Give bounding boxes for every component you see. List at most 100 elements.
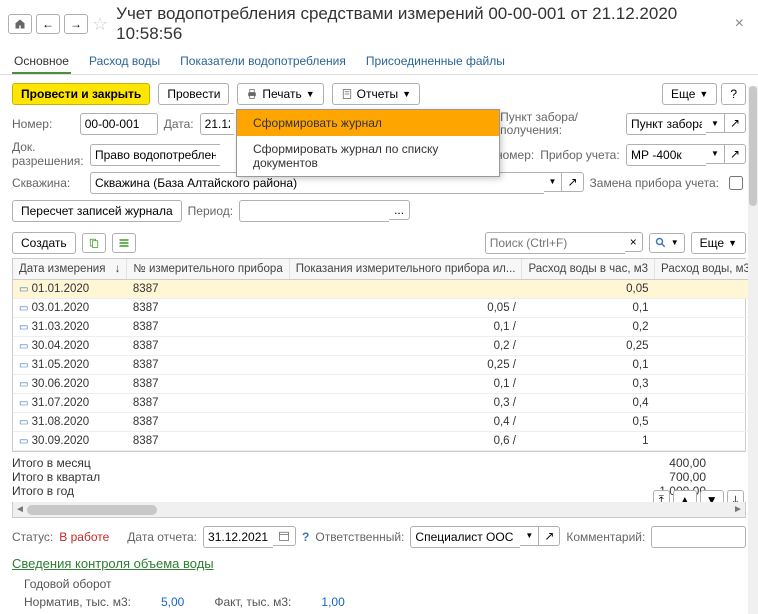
point-input[interactable]: [626, 113, 706, 135]
well-open-button[interactable]: ↗: [562, 172, 583, 192]
point-dropdown-button[interactable]: ▼: [706, 113, 725, 133]
post-and-close-button[interactable]: Провести и закрыть: [12, 83, 150, 105]
period-select-button[interactable]: ...: [389, 200, 410, 220]
chevron-down-icon: ▼: [306, 89, 315, 99]
fact-value: 1,00: [321, 595, 344, 609]
responsible-input[interactable]: [410, 526, 520, 548]
post-button[interactable]: Провести: [158, 83, 229, 105]
table-row[interactable]: ▭ 30.09.202083870,6 /1400: [13, 431, 758, 450]
chevron-down-icon: ▼: [699, 89, 708, 99]
printer-icon: [246, 88, 258, 100]
fact-label: Факт, тыс. м3:: [214, 595, 291, 609]
device-dropdown-button[interactable]: ▼: [706, 144, 725, 164]
open-icon: ↗: [544, 529, 554, 543]
forward-button[interactable]: →: [64, 14, 88, 34]
record-icon: ▭: [19, 379, 28, 390]
chevron-down-icon: ▼: [671, 238, 679, 247]
total-month-label: Итого в месяц: [12, 456, 659, 470]
search-clear-button[interactable]: ×: [625, 232, 643, 252]
search-icon: [655, 237, 667, 249]
device-input[interactable]: [626, 144, 706, 166]
well-dropdown-button[interactable]: ▼: [544, 172, 563, 192]
scroll-right-icon[interactable]: ►: [731, 504, 745, 515]
col-date[interactable]: Дата измерения ↓: [13, 259, 127, 280]
vscroll-thumb[interactable]: [749, 86, 757, 206]
point-label: Пункт забора/получения:: [500, 111, 620, 137]
norm-label: Норматив, тыс. м3:: [24, 595, 131, 609]
water-control-link[interactable]: Сведения контроля объема воды: [12, 556, 214, 571]
table-row[interactable]: ▭ 30.06.202083870,1 /0,350: [13, 374, 758, 393]
create-button[interactable]: Создать: [12, 232, 76, 254]
print-button[interactable]: Печать ▼: [237, 83, 323, 105]
number-input[interactable]: [80, 113, 158, 135]
report-icon: [341, 88, 353, 100]
scroll-thumb[interactable]: [27, 505, 157, 515]
col-flow[interactable]: Расход воды в час, м3: [522, 259, 655, 280]
table-row[interactable]: ▭ 31.05.202083870,25 /0,150: [13, 355, 758, 374]
horizontal-scrollbar[interactable]: ◄ ►: [12, 502, 746, 518]
record-icon: ▭: [19, 341, 28, 352]
total-year-label: Итого в год: [12, 484, 659, 498]
print-menu-generate-journal[interactable]: Сформировать журнал: [237, 110, 499, 136]
record-icon: ▭: [19, 436, 28, 447]
dok-input[interactable]: [90, 144, 220, 166]
tab-water[interactable]: Расход воды: [87, 50, 162, 74]
col-daily[interactable]: Расход воды, м3/сут., (ты: [655, 259, 758, 280]
help-icon[interactable]: ?: [302, 530, 309, 544]
chevron-down-icon: ▼: [549, 177, 557, 186]
chevron-down-icon: ▼: [728, 238, 737, 248]
responsible-open-button[interactable]: ↗: [539, 526, 560, 546]
device-open-button[interactable]: ↗: [725, 144, 746, 164]
print-menu-generate-by-list[interactable]: Сформировать журнал по списку документов: [237, 136, 499, 176]
more-button[interactable]: Еще ▼: [662, 83, 717, 105]
record-icon: ▭: [19, 303, 28, 314]
home-button[interactable]: [8, 14, 32, 34]
list-button[interactable]: [112, 233, 136, 253]
print-dropdown: Сформировать журнал Сформировать журнал …: [236, 109, 500, 177]
tab-files[interactable]: Присоединенные файлы: [364, 50, 507, 74]
copy-button[interactable]: [82, 233, 106, 253]
scroll-left-icon[interactable]: ◄: [13, 504, 27, 515]
sort-down-icon: ↓: [115, 263, 121, 275]
replace-label: Замена прибора учета:: [590, 176, 719, 190]
total-quarter-label: Итого в квартал: [12, 470, 659, 484]
grid-more-button[interactable]: Еще ▼: [691, 232, 746, 254]
period-input[interactable]: [239, 200, 389, 222]
table-row[interactable]: ▭ 01.01.202083870,0550: [13, 279, 758, 298]
norm-value: 5,00: [161, 595, 184, 609]
search-button[interactable]: ▼: [649, 233, 685, 253]
calendar-button[interactable]: [273, 526, 296, 546]
recalc-button[interactable]: Пересчет записей журнала: [12, 200, 182, 222]
table-row[interactable]: ▭ 30.04.202083870,2 /0,2550: [13, 336, 758, 355]
tab-indicators[interactable]: Показатели водопотребления: [178, 50, 348, 74]
search-input[interactable]: [485, 232, 625, 254]
help-button[interactable]: ?: [721, 83, 746, 105]
number-label: Номер:: [12, 117, 74, 131]
record-icon: ▭: [19, 417, 28, 428]
home-icon: [14, 18, 26, 30]
total-quarter-value: 700,00: [659, 470, 706, 484]
table-row[interactable]: ▭ 31.03.202083870,1 /0,250: [13, 317, 758, 336]
vertical-scrollbar[interactable]: [748, 86, 758, 614]
back-button[interactable]: ←: [36, 14, 60, 34]
reports-button[interactable]: Отчеты ▼: [332, 83, 420, 105]
list-icon: [118, 237, 130, 249]
col-reading[interactable]: Показания измерительного прибора ил...: [289, 259, 522, 280]
table-row[interactable]: ▭ 03.01.202083870,05 /0,150: [13, 298, 758, 317]
open-icon: ↗: [730, 147, 740, 161]
tab-main[interactable]: Основное: [12, 50, 71, 74]
replace-checkbox[interactable]: [729, 176, 743, 190]
table-row[interactable]: ▭ 31.08.202083870,4 /0,5200: [13, 412, 758, 431]
favorite-star-icon[interactable]: ☆: [92, 14, 108, 35]
date-input[interactable]: [200, 113, 234, 135]
period-label: Период:: [188, 204, 233, 218]
comment-input[interactable]: [651, 526, 746, 548]
close-button[interactable]: ×: [729, 15, 750, 33]
total-month-value: 400,00: [659, 456, 706, 470]
responsible-dropdown-button[interactable]: ▼: [520, 526, 539, 546]
col-device[interactable]: № измерительного прибора: [127, 259, 289, 280]
point-open-button[interactable]: ↗: [725, 113, 746, 133]
arrow-right-icon: →: [70, 17, 82, 31]
table-row[interactable]: ▭ 31.07.202083870,3 /0,4100: [13, 393, 758, 412]
report-date-input[interactable]: [203, 526, 273, 548]
